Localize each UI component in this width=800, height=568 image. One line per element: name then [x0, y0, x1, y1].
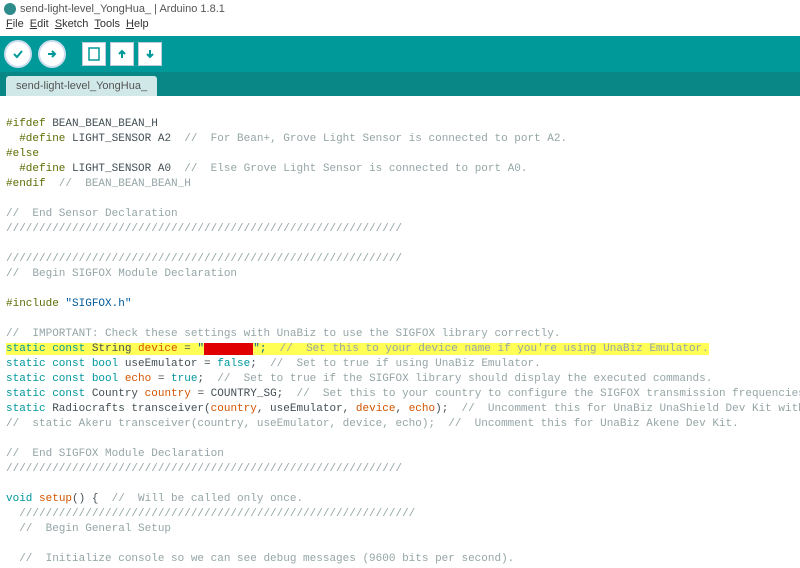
code-editor[interactable]: #ifdef BEAN_BEAN_BEAN_H #define LIGHT_SE… — [0, 96, 800, 568]
code-comment: ////////////////////////////////////////… — [6, 508, 415, 520]
code-token: void — [6, 493, 32, 505]
new-button[interactable] — [82, 42, 106, 66]
code-token: // Else Grove Light Sensor is connected … — [184, 163, 527, 175]
code-comment: // End SIGFOX Module Declaration — [6, 448, 224, 460]
window-title: send-light-level_YongHua_ | Arduino 1.8.… — [20, 3, 225, 15]
tab-sketch[interactable]: send-light-level_YongHua_ — [6, 76, 157, 96]
code-token: BEAN_BEAN_BEAN_H — [46, 118, 158, 130]
code-token: #define — [6, 133, 65, 145]
code-token: #else — [6, 148, 39, 160]
code-token: #endif — [6, 178, 46, 190]
code-token: static const bool — [6, 358, 118, 370]
code-comment: // static Akeru transceiver(country, use… — [6, 418, 739, 430]
code-token: LIGHT_SENSOR A0 — [65, 163, 184, 175]
toolbar — [0, 36, 800, 72]
code-comment: // Initialize console so we can see debu… — [6, 553, 514, 565]
menubar: File Edit Sketch Tools Help — [0, 18, 800, 36]
code-token: LIGHT_SENSOR A2 — [65, 133, 184, 145]
tab-strip: send-light-level_YongHua_ — [0, 72, 800, 96]
redacted-text — [204, 343, 253, 355]
upload-button[interactable] — [38, 40, 66, 68]
arrow-right-icon — [46, 48, 58, 60]
code-comment: // End Sensor Declaration — [6, 208, 178, 220]
code-comment: // Begin SIGFOX Module Declaration — [6, 268, 237, 280]
arrow-down-icon — [144, 48, 156, 60]
code-comment: // Begin General Setup — [6, 523, 171, 535]
menu-file[interactable]: File — [4, 18, 26, 36]
menu-help[interactable]: Help — [124, 18, 151, 36]
verify-button[interactable] — [4, 40, 32, 68]
code-token: // For Bean+, Grove Light Sensor is conn… — [184, 133, 567, 145]
code-token: static const bool — [6, 373, 118, 385]
save-button[interactable] — [138, 42, 162, 66]
menu-sketch[interactable]: Sketch — [53, 18, 91, 36]
check-icon — [12, 48, 24, 60]
file-icon — [88, 47, 100, 61]
code-token: #ifdef — [6, 118, 46, 130]
open-button[interactable] — [110, 42, 134, 66]
code-token: // BEAN_BEAN_BEAN_H — [46, 178, 191, 190]
code-token: #include — [6, 298, 59, 310]
window-titlebar: send-light-level_YongHua_ | Arduino 1.8.… — [0, 0, 800, 18]
menu-edit[interactable]: Edit — [28, 18, 51, 36]
code-comment: ////////////////////////////////////////… — [6, 223, 402, 235]
code-comment: ////////////////////////////////////////… — [6, 463, 402, 475]
code-token: static — [6, 403, 46, 415]
code-token: #define — [6, 163, 65, 175]
code-comment: ////////////////////////////////////////… — [6, 253, 402, 265]
highlighted-line: static const String device = " "; // Set… — [6, 343, 709, 355]
code-comment: // IMPORTANT: Check these settings with … — [6, 328, 561, 340]
menu-tools[interactable]: Tools — [92, 18, 122, 36]
arrow-up-icon — [116, 48, 128, 60]
code-token: static const — [6, 388, 85, 400]
arduino-logo-icon — [4, 3, 16, 15]
code-token: "SIGFOX.h" — [59, 298, 132, 310]
